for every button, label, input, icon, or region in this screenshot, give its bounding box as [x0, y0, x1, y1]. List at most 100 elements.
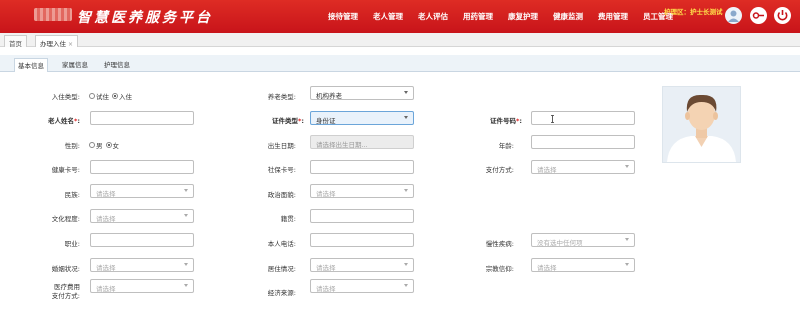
id-type-select[interactable]: 身份证	[310, 111, 414, 125]
phone-input[interactable]	[310, 233, 414, 247]
birth-date-label: 出生日期:	[267, 142, 296, 150]
religion-select[interactable]: 请选择	[531, 258, 635, 272]
chevron-down-icon	[404, 263, 408, 266]
radio-male[interactable]	[89, 142, 95, 148]
health-card-label: 健康卡号:	[51, 166, 80, 174]
nav-item-fees[interactable]: 费用管理	[598, 11, 628, 22]
education-select[interactable]: 请选择	[90, 209, 194, 223]
top-header: 智慧医养服务平台 接待管理 老人管理 老人评估 用药管理 康复护理 健康监测 费…	[0, 0, 800, 33]
tab-care-info[interactable]: 护理信息	[101, 58, 133, 70]
tab-basic-info[interactable]: 基本信息	[14, 58, 48, 72]
social-security-input[interactable]	[310, 160, 414, 174]
id-type-label: 证件类型*:	[271, 117, 304, 125]
ward-label: 护理区：护士长测试	[664, 8, 723, 16]
chevron-down-icon	[625, 263, 629, 266]
gender-radios: 男 女	[88, 140, 119, 150]
payment-method-label: 支付方式:	[485, 166, 514, 174]
tab-check-in[interactable]: 办理入住 ×	[35, 35, 79, 48]
economic-source-select[interactable]: 请选择	[310, 279, 414, 293]
occupation-label: 职业:	[64, 240, 80, 248]
id-type-value: 身份证	[316, 117, 336, 125]
education-label: 文化程度:	[51, 215, 80, 223]
radio-female-label: 女	[112, 142, 120, 150]
economic-source-label: 经济来源:	[267, 289, 296, 297]
ethnicity-select[interactable]: 请选择	[90, 184, 194, 198]
power-icon[interactable]	[774, 7, 791, 24]
elder-name-input[interactable]	[90, 111, 194, 125]
radio-trial-stay-label: 试住	[96, 93, 109, 101]
political-status-placeholder: 请选择	[316, 190, 336, 198]
chevron-down-icon	[625, 238, 629, 241]
occupation-input[interactable]	[90, 233, 194, 247]
tab-family-info[interactable]: 家属信息	[59, 58, 91, 70]
chronic-disease-multiselect[interactable]: 没有选中任何项	[531, 233, 635, 247]
chevron-down-icon	[184, 189, 188, 192]
app-title: 智慧医养服务平台	[77, 10, 213, 26]
marital-status-select[interactable]: 请选择	[90, 258, 194, 272]
chevron-down-icon	[404, 91, 408, 94]
health-card-input[interactable]	[90, 160, 194, 174]
key-icon[interactable]	[750, 7, 767, 24]
age-label: 年龄:	[498, 142, 514, 150]
radio-trial-stay[interactable]	[89, 93, 95, 99]
tab-check-in-label: 办理入住	[40, 40, 66, 48]
economic-source-placeholder: 请选择	[316, 285, 336, 293]
religion-placeholder: 请选择	[537, 264, 557, 272]
payment-method-placeholder: 请选择	[537, 166, 557, 174]
nav-item-elder-assessment[interactable]: 老人评估	[418, 11, 448, 22]
native-place-label: 籍贯:	[280, 215, 296, 223]
ethnicity-placeholder: 请选择	[96, 190, 116, 198]
main-nav: 接待管理 老人管理 老人评估 用药管理 康复护理 健康监测 费用管理 员工管理	[328, 11, 688, 22]
medical-payment-select[interactable]: 请选择	[90, 279, 194, 293]
id-number-label: 证件号码*:	[489, 117, 522, 125]
logo	[34, 8, 72, 21]
radio-female[interactable]	[105, 142, 112, 148]
medical-payment-label: 医疗费用 支付方式:	[51, 283, 80, 300]
chevron-down-icon	[625, 165, 629, 168]
social-security-label: 社保卡号:	[267, 166, 296, 174]
religion-label: 宗教信仰:	[485, 265, 514, 273]
native-place-input[interactable]	[310, 209, 414, 223]
age-input[interactable]	[531, 135, 635, 149]
living-status-select[interactable]: 请选择	[310, 258, 414, 272]
text-cursor-icon	[551, 115, 554, 123]
living-status-label: 居住情况:	[267, 265, 296, 273]
section-tabbar: 基本信息 家属信息 护理信息	[0, 55, 800, 72]
close-icon[interactable]: ×	[68, 41, 73, 48]
radio-male-label: 男	[96, 142, 103, 150]
marital-status-placeholder: 请选择	[96, 264, 116, 272]
elder-photo[interactable]	[662, 86, 741, 163]
nav-item-health-monitoring[interactable]: 健康监测	[553, 11, 583, 22]
radio-check-in-label: 入住	[119, 93, 132, 101]
page-tabbar: 首页 办理入住 ×	[0, 33, 800, 48]
medical-payment-placeholder: 请选择	[96, 285, 116, 293]
tab-home[interactable]: 首页	[4, 35, 27, 48]
elder-name-label: 老人姓名*:	[47, 117, 80, 125]
nav-item-rehab-care[interactable]: 康复护理	[508, 11, 538, 22]
radio-check-in[interactable]	[112, 93, 118, 99]
care-type-label: 养老类型:	[267, 93, 296, 101]
birth-date-picker[interactable]: 请选择出生日期...	[310, 135, 414, 149]
admission-type-radios: 试住 入住	[88, 91, 132, 101]
political-status-select[interactable]: 请选择	[310, 184, 414, 198]
chevron-down-icon	[184, 284, 188, 287]
phone-label: 本人电话:	[267, 240, 296, 248]
chevron-down-icon	[184, 263, 188, 266]
chevron-down-icon	[184, 214, 188, 217]
nav-item-elder-management[interactable]: 老人管理	[373, 11, 403, 22]
birth-date-placeholder: 请选择出生日期...	[316, 141, 368, 149]
chronic-disease-placeholder: 没有选中任何项	[537, 239, 583, 247]
payment-method-select[interactable]: 请选择	[531, 160, 635, 174]
nav-item-reception[interactable]: 接待管理	[328, 11, 358, 22]
nav-item-medication[interactable]: 用药管理	[463, 11, 493, 22]
tab-home-label: 首页	[9, 40, 22, 48]
user-avatar-icon[interactable]	[725, 7, 742, 24]
care-type-select[interactable]: 机构养老	[310, 86, 414, 100]
living-status-placeholder: 请选择	[316, 264, 336, 272]
political-status-label: 政治面貌:	[267, 191, 296, 199]
marital-status-label: 婚姻状况:	[51, 265, 80, 273]
care-type-value: 机构养老	[316, 92, 342, 100]
chronic-disease-label: 慢性疾病:	[485, 240, 514, 248]
admission-type-label: 入住类型:	[51, 93, 80, 101]
id-number-input[interactable]	[531, 111, 635, 125]
